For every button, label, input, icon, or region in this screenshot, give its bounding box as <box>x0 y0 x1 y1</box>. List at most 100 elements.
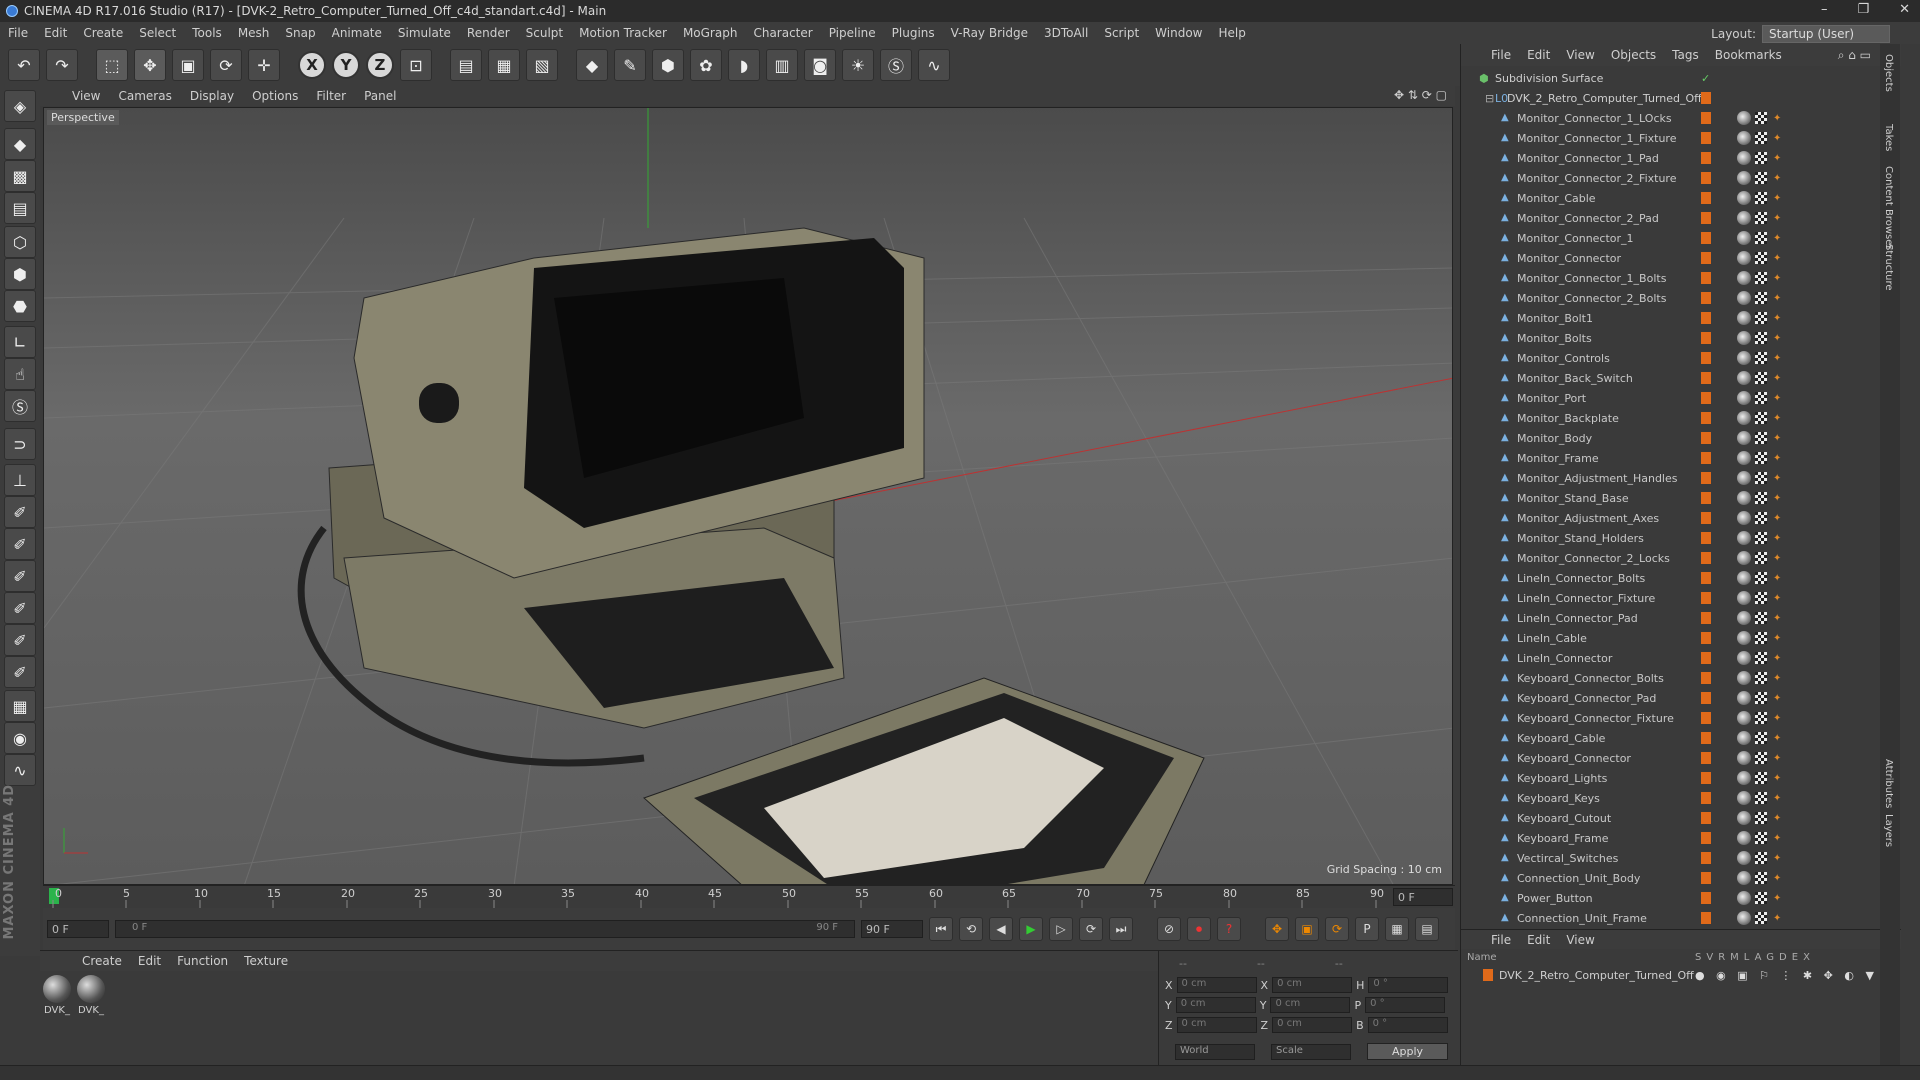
object-row[interactable]: ▲ Monitor_Connector_1 ✦ <box>1461 228 1881 248</box>
phong-tag-icon[interactable]: ✦ <box>1773 253 1781 264</box>
material-tag-icon[interactable] <box>1737 291 1751 305</box>
object-row[interactable]: ▲ Vectircal_Switches ✦ <box>1461 848 1881 868</box>
phong-tag-icon[interactable]: ✦ <box>1773 153 1781 164</box>
close-icon[interactable]: ✕ <box>1899 2 1910 17</box>
3d-viewport[interactable]: Perspective Grid Spacing: 10 cm <box>43 107 1453 885</box>
object-row[interactable]: ▲ Monitor_Connector_1_LOcks ✦ <box>1461 108 1881 128</box>
texture-tag-icon[interactable] <box>1755 212 1767 224</box>
tab-layers[interactable]: Layers <box>1883 814 1894 847</box>
start-frame-field[interactable]: 0 F <box>47 920 109 938</box>
material-tag-icon[interactable] <box>1737 771 1751 785</box>
material-tag-icon[interactable] <box>1737 391 1751 405</box>
tree-root-row[interactable]: ⬢ Subdivision Surface ✓ <box>1461 68 1881 88</box>
object-row[interactable]: ▲ Power_Button ✦ <box>1461 888 1881 908</box>
layer-color-tag[interactable] <box>1701 372 1711 384</box>
texture-tag-icon[interactable] <box>1755 732 1767 744</box>
texture-tag-icon[interactable] <box>1755 192 1767 204</box>
menu-file[interactable]: File <box>8 26 28 40</box>
make-editable-icon[interactable]: ◈ <box>4 90 36 122</box>
grid-snap-icon[interactable]: ▦ <box>4 690 36 722</box>
layer-color-swatch[interactable] <box>1483 969 1493 981</box>
material-tag-icon[interactable] <box>1737 751 1751 765</box>
material-tag-icon[interactable] <box>1737 591 1751 605</box>
texture-tag-icon[interactable] <box>1755 612 1767 624</box>
texture-tag-icon[interactable] <box>1755 232 1767 244</box>
rotation-p-field[interactable]: 0 ° <box>1365 997 1446 1013</box>
menu-window[interactable]: Window <box>1155 26 1202 40</box>
object-row[interactable]: ▲ Monitor_Connector ✦ <box>1461 248 1881 268</box>
material-swatch[interactable]: DVK_ <box>42 975 72 1016</box>
size-z-field[interactable]: 0 cm <box>1272 1017 1353 1033</box>
layer-color-tag[interactable] <box>1701 812 1711 824</box>
object-row[interactable]: ▲ Keyboard_Cable ✦ <box>1461 728 1881 748</box>
object-row[interactable]: ▲ Monitor_Connector_1_Bolts ✦ <box>1461 268 1881 288</box>
texture-tag-icon[interactable] <box>1755 492 1767 504</box>
layout-select[interactable]: Startup (User) <box>1762 25 1890 43</box>
object-row[interactable]: ▲ Keyboard_Connector_Fixture ✦ <box>1461 708 1881 728</box>
layer-color-tag[interactable] <box>1701 652 1711 664</box>
material-tag-icon[interactable] <box>1737 791 1751 805</box>
objects-menu-bookmarks[interactable]: Bookmarks <box>1715 48 1782 62</box>
material-tag-icon[interactable] <box>1737 271 1751 285</box>
material-tag-icon[interactable] <box>1737 891 1751 905</box>
layer-color-tag[interactable] <box>1701 892 1711 904</box>
texture-tag-icon[interactable] <box>1755 892 1767 904</box>
layer-color-tag[interactable] <box>1701 412 1711 424</box>
layer-color-tag[interactable] <box>1701 872 1711 884</box>
phong-tag-icon[interactable]: ✦ <box>1773 773 1781 784</box>
record-active-icon[interactable]: ⏺ <box>1187 917 1211 941</box>
object-row[interactable]: ▲ Monitor_Connector_2_Pad ✦ <box>1461 208 1881 228</box>
phong-tag-icon[interactable]: ✦ <box>1773 293 1781 304</box>
phong-tag-icon[interactable]: ✦ <box>1773 833 1781 844</box>
coordinate-system-icon[interactable]: ⊡ <box>400 49 432 81</box>
prev-frame-icon[interactable]: ◀ <box>989 917 1013 941</box>
material-tag-icon[interactable] <box>1737 611 1751 625</box>
tree-group-row[interactable]: ⊟ L0 DVK_2_Retro_Computer_Turned_Off <box>1461 88 1881 108</box>
phong-tag-icon[interactable]: ✦ <box>1773 273 1781 284</box>
material-tag-icon[interactable] <box>1737 111 1751 125</box>
next-key-icon[interactable]: ⟳ <box>1079 917 1103 941</box>
object-row[interactable]: ▲ Monitor_Controls ✦ <box>1461 348 1881 368</box>
render-view-icon[interactable]: ▤ <box>450 49 482 81</box>
texture-tag-icon[interactable] <box>1755 312 1767 324</box>
phong-tag-icon[interactable]: ✦ <box>1773 633 1781 644</box>
layer-color-tag[interactable] <box>1701 612 1711 624</box>
object-row[interactable]: ▲ Keyboard_Connector ✦ <box>1461 748 1881 768</box>
layer-color-tag[interactable] <box>1701 472 1711 484</box>
texture-tag-icon[interactable] <box>1755 152 1767 164</box>
layer-color-tag[interactable] <box>1701 512 1711 524</box>
layer-color-tag[interactable] <box>1701 772 1711 784</box>
object-row[interactable]: ▲ Monitor_Connector_1_Fixture ✦ <box>1461 128 1881 148</box>
points-mode-icon[interactable]: ⬡ <box>4 226 36 258</box>
object-row[interactable]: ▲ Monitor_Back_Switch ✦ <box>1461 368 1881 388</box>
tab-objects[interactable]: Objects <box>1883 54 1894 92</box>
menu-sculpt[interactable]: Sculpt <box>526 26 563 40</box>
layer-color-tag[interactable] <box>1701 492 1711 504</box>
position-y-field[interactable]: 0 cm <box>1175 997 1256 1013</box>
magnet-icon[interactable]: ⊃ <box>4 428 36 460</box>
layer-color-tag[interactable] <box>1701 212 1711 224</box>
phong-tag-icon[interactable]: ✦ <box>1773 733 1781 744</box>
menu-snap[interactable]: Snap <box>285 26 315 40</box>
phong-tag-icon[interactable]: ✦ <box>1773 313 1781 324</box>
undo-icon[interactable]: ↶ <box>8 49 40 81</box>
coordinate-space-select[interactable]: World <box>1175 1043 1255 1060</box>
phong-tag-icon[interactable]: ✦ <box>1773 713 1781 724</box>
phong-tag-icon[interactable]: ✦ <box>1773 573 1781 584</box>
object-row[interactable]: ▲ Keyboard_Cutout ✦ <box>1461 808 1881 828</box>
menu-3dtoall[interactable]: 3DToAll <box>1044 26 1088 40</box>
material-tag-icon[interactable] <box>1737 831 1751 845</box>
layer-color-tag[interactable] <box>1701 112 1711 124</box>
play-icon[interactable]: ▶ <box>1019 917 1043 941</box>
menu-create[interactable]: Create <box>83 26 123 40</box>
texture-tag-icon[interactable] <box>1755 852 1767 864</box>
vray-icon[interactable]: Ⓢ <box>880 49 912 81</box>
menu-tools[interactable]: Tools <box>192 26 222 40</box>
menu-plugins[interactable]: Plugins <box>892 26 935 40</box>
size-x-field[interactable]: 0 cm <box>1272 977 1353 993</box>
cube-primitive-icon[interactable]: ◆ <box>576 49 608 81</box>
object-row[interactable]: ▲ LineIn_Cable ✦ <box>1461 628 1881 648</box>
texture-mode-icon[interactable]: ▩ <box>4 160 36 192</box>
viewport-nav-icons[interactable]: ✥ ⇅ ⟳ ▢ <box>1394 88 1447 102</box>
phong-tag-icon[interactable]: ✦ <box>1773 533 1781 544</box>
